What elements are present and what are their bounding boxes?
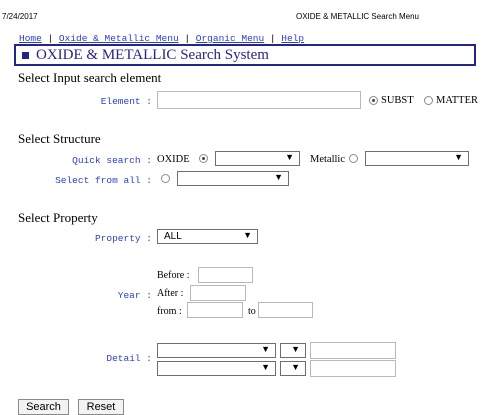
subst-radio[interactable] bbox=[369, 96, 378, 105]
chevron-down-icon: ▼ bbox=[291, 344, 300, 354]
input-section-heading: Select Input search element bbox=[18, 70, 162, 85]
chevron-down-icon: ▼ bbox=[454, 152, 463, 162]
chevron-down-icon: ▼ bbox=[285, 152, 294, 162]
chevron-down-icon: ▼ bbox=[261, 344, 270, 354]
oxide-select[interactable]: ▼ bbox=[215, 151, 300, 166]
before-label: Before : bbox=[157, 270, 190, 281]
nav-separator: | bbox=[47, 33, 54, 44]
chevron-down-icon: ▼ bbox=[243, 230, 252, 240]
search-button[interactable]: Search bbox=[18, 399, 69, 415]
detail-value-input-1[interactable] bbox=[310, 342, 396, 359]
structure-section-heading: Select Structure bbox=[18, 131, 101, 146]
year-label: Year : bbox=[117, 290, 152, 301]
detail-operator-select-2[interactable]: ▼ bbox=[280, 361, 306, 376]
metallic-select[interactable]: ▼ bbox=[365, 151, 469, 166]
quick-search-label: Quick search : bbox=[72, 155, 152, 166]
title-bullet-icon bbox=[22, 52, 29, 59]
chevron-down-icon: ▼ bbox=[274, 172, 283, 182]
after-label: After : bbox=[157, 288, 184, 299]
print-title: OXIDE & METALLIC Search Menu bbox=[296, 12, 420, 21]
year-before-input[interactable] bbox=[198, 267, 253, 283]
property-section-heading: Select Property bbox=[18, 210, 98, 225]
subst-label: SUBST bbox=[381, 95, 414, 106]
matter-radio[interactable] bbox=[424, 96, 433, 105]
to-label: to bbox=[248, 306, 256, 317]
metallic-label: Metallic bbox=[310, 154, 345, 165]
chevron-down-icon: ▼ bbox=[291, 362, 300, 372]
metallic-radio[interactable] bbox=[349, 154, 358, 163]
matter-label: MATTER bbox=[436, 95, 478, 106]
reset-button[interactable]: Reset bbox=[78, 399, 124, 415]
chevron-down-icon: ▼ bbox=[261, 362, 270, 372]
nav-bar: Home | Oxide & Metallic Menu | Organic M… bbox=[19, 33, 304, 44]
detail-select-2[interactable]: ▼ bbox=[157, 361, 276, 376]
oxide-radio[interactable] bbox=[199, 154, 208, 163]
year-to-input[interactable] bbox=[258, 302, 313, 318]
select-all-radio[interactable] bbox=[161, 174, 170, 183]
page-title: OXIDE & METALLIC Search System bbox=[36, 47, 269, 63]
nav-home-link[interactable]: Home bbox=[19, 33, 42, 44]
nav-separator: | bbox=[184, 33, 191, 44]
select-all-select[interactable]: ▼ bbox=[177, 171, 289, 186]
element-label: Element : bbox=[100, 96, 152, 107]
nav-oxide-metallic-link[interactable]: Oxide & Metallic Menu bbox=[59, 33, 179, 44]
detail-operator-select-1[interactable]: ▼ bbox=[280, 343, 306, 358]
detail-value-input-2[interactable] bbox=[310, 360, 396, 377]
detail-select-1[interactable]: ▼ bbox=[157, 343, 276, 358]
page-title-bar: OXIDE & METALLIC Search System bbox=[14, 44, 476, 66]
property-label: Property : bbox=[94, 233, 152, 244]
nav-help-link[interactable]: Help bbox=[281, 33, 304, 44]
year-after-input[interactable] bbox=[190, 285, 246, 301]
property-select[interactable]: ALL ▼ bbox=[157, 229, 258, 244]
year-from-input[interactable] bbox=[187, 302, 243, 318]
oxide-label: OXIDE bbox=[157, 154, 190, 165]
property-select-value: ALL bbox=[164, 231, 182, 242]
select-from-all-label: Select from all : bbox=[55, 175, 152, 186]
nav-separator: | bbox=[269, 33, 276, 44]
nav-organic-link[interactable]: Organic Menu bbox=[196, 33, 264, 44]
from-label: from : bbox=[157, 306, 182, 317]
detail-label: Detail : bbox=[106, 353, 152, 364]
element-input[interactable] bbox=[157, 91, 361, 109]
print-date: 7/24/2017 bbox=[2, 12, 38, 21]
